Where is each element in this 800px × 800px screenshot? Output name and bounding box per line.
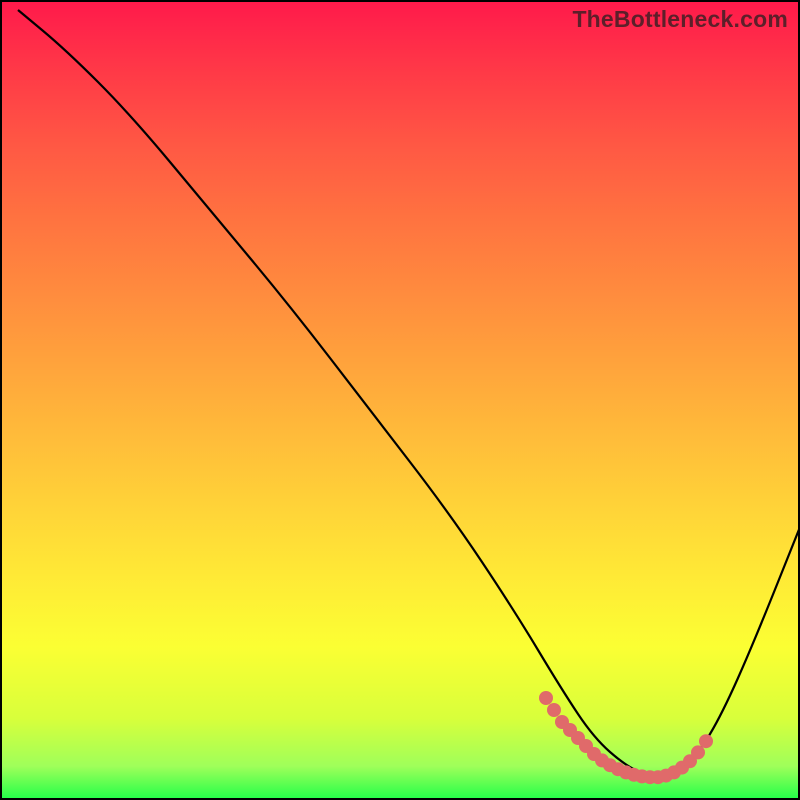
highlight-dot	[691, 745, 705, 759]
highlight-dot	[547, 703, 561, 717]
chart-svg	[2, 2, 800, 800]
highlight-dots-group	[539, 691, 713, 784]
main-curve-path	[18, 10, 800, 776]
highlight-dot	[539, 691, 553, 705]
highlight-dot	[699, 734, 713, 748]
chart-frame: TheBottleneck.com	[0, 0, 800, 800]
